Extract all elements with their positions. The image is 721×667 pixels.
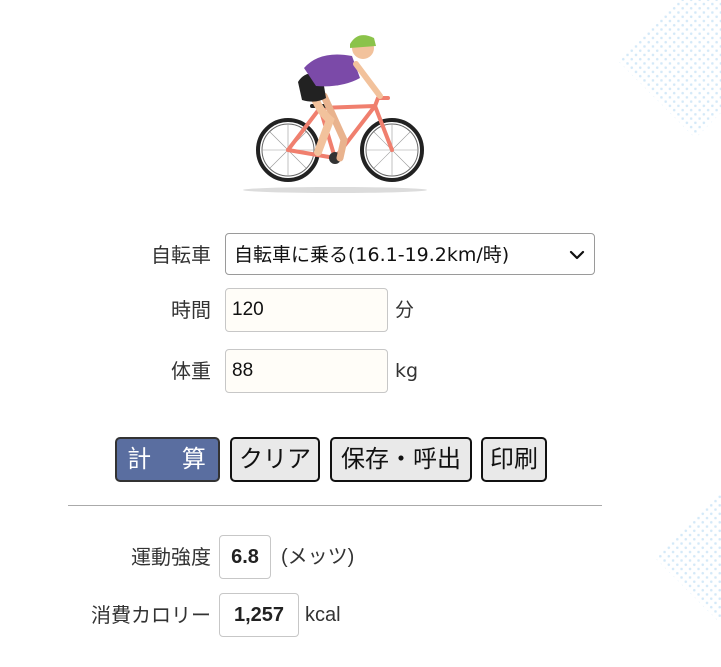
calories-label: 消費カロリー: [91, 603, 211, 627]
weight-input[interactable]: [225, 349, 388, 393]
time-row: 時間 分: [0, 288, 721, 332]
save-load-button[interactable]: 保存・呼出: [330, 437, 472, 482]
weight-unit: kg: [395, 360, 419, 382]
print-button[interactable]: 印刷: [481, 437, 547, 482]
weight-label: 体重: [171, 359, 211, 383]
calculate-button[interactable]: 計 算: [115, 437, 220, 482]
mets-unit: (メッツ): [281, 546, 355, 568]
chevron-down-icon: [569, 250, 585, 260]
activity-row: 自転車 自転車に乗る(16.1-19.2km/時): [0, 233, 721, 277]
time-input[interactable]: [225, 288, 388, 332]
weight-row: 体重 kg: [0, 349, 721, 393]
mets-label: 運動強度: [131, 545, 211, 569]
decorative-dots-top: [617, 0, 721, 139]
mets-value: 6.8: [219, 535, 271, 579]
activity-select-value: 自転車に乗る(16.1-19.2km/時): [234, 244, 510, 266]
activity-select[interactable]: 自転車に乗る(16.1-19.2km/時): [225, 233, 595, 275]
calories-unit: kcal: [305, 604, 341, 626]
mets-row: 運動強度 6.8 (メッツ): [0, 535, 721, 579]
time-unit: 分: [395, 299, 415, 321]
activity-label: 自転車: [151, 243, 211, 267]
calories-row: 消費カロリー 1,257 kcal: [0, 593, 721, 637]
cyclist-illustration: [243, 35, 427, 193]
clear-button[interactable]: クリア: [230, 437, 320, 482]
calories-value: 1,257: [219, 593, 299, 637]
time-label: 時間: [171, 298, 211, 322]
divider: [68, 505, 602, 506]
